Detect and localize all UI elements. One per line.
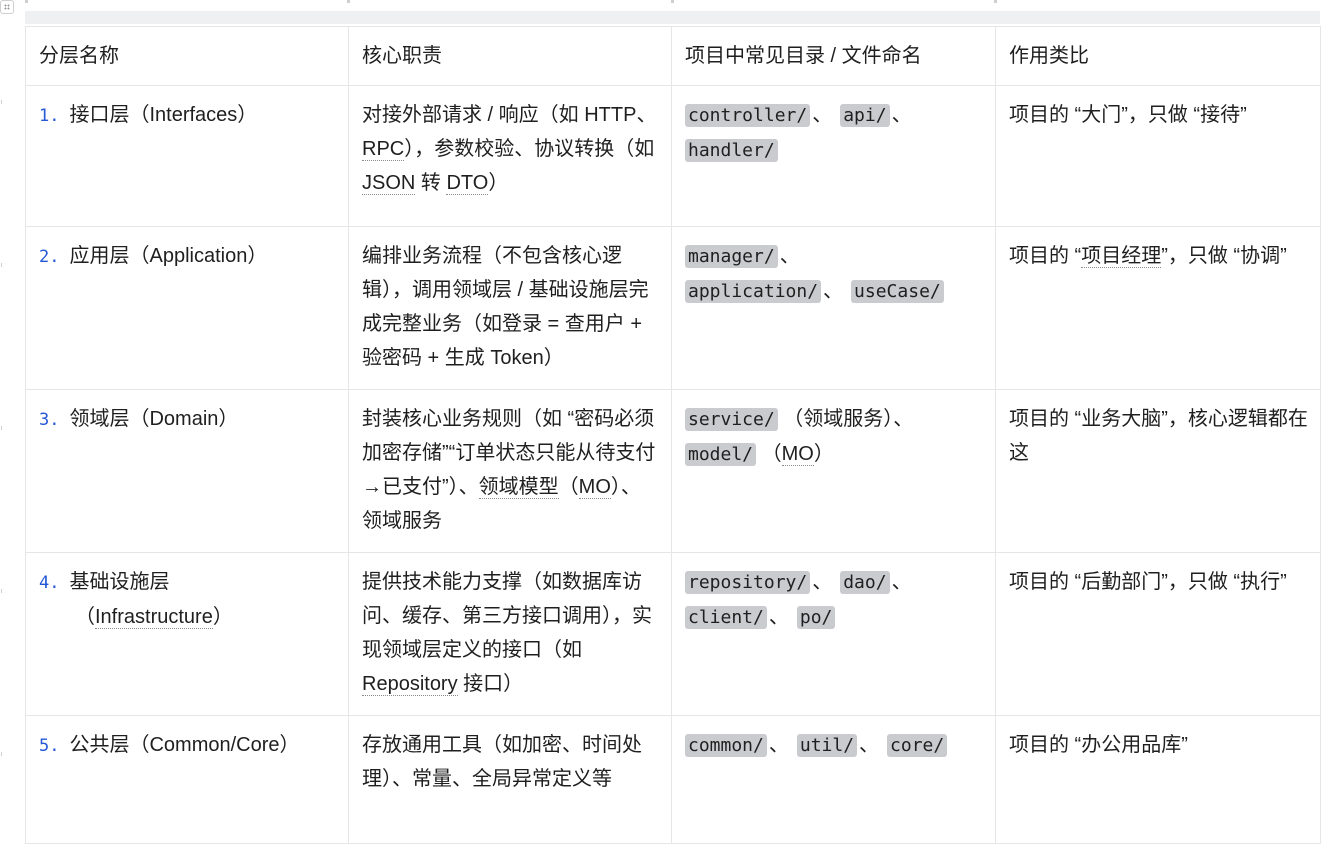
spellcheck-term: Repository [362,673,458,696]
analogy-cell: 项目的 “大门”，只做 “接待” [995,85,1321,227]
column-resize-marks [25,0,1320,4]
code-dir: po/ [796,606,836,629]
table-row: 4. 基础设施层 （Infrastructure） 提供技术能力支撑（如数据库访问、… [25,552,1321,716]
duty-cell: 提供技术能力支撑（如数据库访问、缓存、第三方接口调用），实现领域层定义的接口（如… [348,552,672,716]
layer-name-cell: 2. 应用层（Application） [25,226,349,390]
separator: 、 [768,734,789,756]
spellcheck-term: MO [578,476,611,499]
list-number: 3. [39,410,60,430]
layer-name-en: （Infrastructure） [39,600,336,634]
dirs-cell: manager/、 application/、 useCase/ [671,226,996,390]
separator: 、 [812,104,833,126]
layer-name-text: ） [212,606,233,628]
separator: 、 [891,571,912,593]
analogy-cell: 项目的 “办公用品库” [995,715,1321,844]
analogy-text: 项目的 “ [1009,245,1082,267]
code-dir: manager/ [685,245,778,268]
code-dir: service/ [685,408,778,431]
table-column-toolbar[interactable] [25,11,1320,24]
layer-name-cell: 5. 公共层（Common/Core） [25,715,349,844]
drag-handle-icon[interactable] [0,0,14,14]
code-dir: util/ [796,734,858,757]
dir-note: （ [761,443,782,465]
table-row: 3. 领域层（Domain） 封装核心业务规则（如 “密码必须加密存储”“订单状态… [25,389,1321,553]
separator: 、 [859,734,880,756]
list-number: 2. [39,247,60,267]
spellcheck-term: 项目经理 [1081,245,1162,268]
code-dir: useCase/ [851,280,944,303]
separator: 、 [768,606,789,628]
duty-text: ） [488,172,509,194]
table-row: 5. 公共层（Common/Core） 存放通用工具（如加密、时间处理）、常量、全… [25,715,1321,844]
code-dir: core/ [887,734,948,757]
spellcheck-term: DTO [446,172,489,195]
layer-name-cell: 1. 接口层（Interfaces） [25,85,349,227]
analogy-cell: 项目的 “后勤部门”，只做 “执行” [995,552,1321,716]
header-cell: 项目中常见目录 / 文件命名 [671,26,996,86]
list-number: 4. [39,573,60,593]
code-dir: model/ [685,443,757,466]
code-dir: repository/ [685,571,811,594]
code-dir: controller/ [685,104,811,127]
list-number: 1. [39,106,60,126]
duty-cell: 对接外部请求 / 响应（如 HTTP、 RPC），参数校验、协议转换（如 JSON… [348,85,672,227]
layer-name: 公共层（Common/Core） [69,734,300,756]
table-row: 2. 应用层（Application） 编排业务流程（不包含核心逻辑），调用领域层… [25,226,1321,390]
table-row: 1. 接口层（Interfaces） 对接外部请求 / 响应（如 HTTP、 RPC… [25,85,1321,227]
dir-note: ） [813,443,834,465]
code-dir: application/ [685,280,822,303]
analogy-cell: 项目的 “项目经理”，只做 “协调” [995,226,1321,390]
layer-name: 领域层（Domain） [69,408,239,430]
header-cell: 作用类比 [995,26,1321,86]
left-rail [1,20,2,845]
separator: 、 [812,571,833,593]
dir-note: （领域服务）、 [783,408,914,430]
layer-name: 基础设施层 [69,571,170,593]
duty-cell: 封装核心业务规则（如 “密码必须加密存储”“订单状态只能从待支付→已支付”）、领… [348,389,672,553]
spellcheck-term: RPC [362,138,405,161]
spellcheck-term: JSON [362,172,416,195]
separator: 、 [779,245,800,267]
dirs-cell: controller/、 api/、handler/ [671,85,996,227]
separator: 、 [823,280,844,302]
code-dir: dao/ [840,571,890,594]
layer-name-cell: 3. 领域层（Domain） [25,389,349,553]
duty-text: ），参数校验、协议转换（如 [404,138,655,160]
layer-name-cell: 4. 基础设施层 （Infrastructure） [25,552,349,716]
duty-text: （ [558,476,579,498]
dirs-cell: service/ （领域服务）、 model/ （MO） [671,389,996,553]
spellcheck-term: Infrastructure [95,606,213,629]
layer-table: 分层名称 核心职责 项目中常见目录 / 文件命名 作用类比 1. 接口层（Inte… [25,26,1321,844]
code-dir: client/ [685,606,767,629]
table-header-row: 分层名称 核心职责 项目中常见目录 / 文件命名 作用类比 [25,26,1321,86]
header-cell: 分层名称 [25,26,349,86]
dirs-cell: repository/、 dao/、 client/、 po/ [671,552,996,716]
layer-name: 应用层（Application） [69,245,268,267]
duty-text: 提供技术能力支撑（如数据库访问、缓存、第三方接口调用），实现领域层定义的接口（如 [362,571,652,661]
header-cell: 核心职责 [348,26,672,86]
layer-name-text: （ [75,606,95,628]
list-number: 5. [39,736,60,756]
code-dir: common/ [685,734,767,757]
dirs-cell: common/、 util/、 core/ [671,715,996,844]
layer-name: 接口层（Interfaces） [69,104,258,126]
duty-text: 转 [415,172,447,194]
separator: 、 [891,104,912,126]
code-dir: handler/ [685,139,778,162]
spellcheck-term: 领域模型 [478,476,559,499]
duty-text: 接口） [457,673,524,695]
duty-text: HTTP、 [584,104,657,126]
analogy-text: ”，只做 “协调” [1161,245,1287,267]
duty-text: 对接外部请求 / 响应（如 [362,104,585,126]
code-dir: api/ [840,104,890,127]
duty-cell: 存放通用工具（如加密、时间处理）、常量、全局异常定义等 [348,715,672,844]
duty-cell: 编排业务流程（不包含核心逻辑），调用领域层 / 基础设施层完成完整业务（如登录 … [348,226,672,390]
spellcheck-term: MO [781,443,814,466]
analogy-cell: 项目的 “业务大脑”，核心逻辑都在这 [995,389,1321,553]
